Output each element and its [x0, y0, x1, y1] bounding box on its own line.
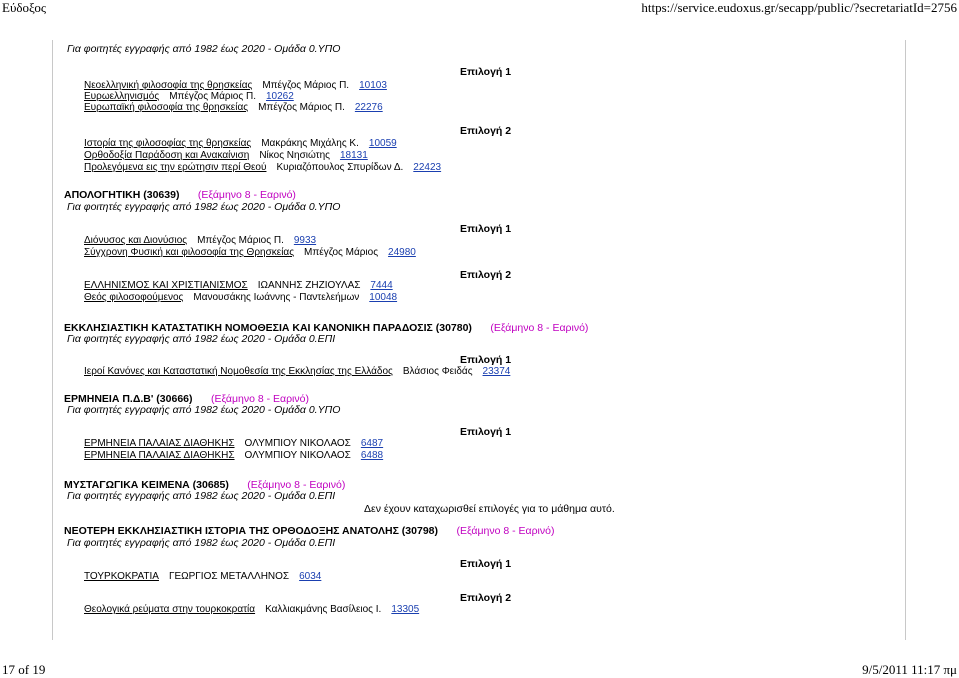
group-note: Για φοιτητές εγγραφής από 1982 έως 2020 … [67, 43, 341, 55]
book-title[interactable]: Θεολογικά ρεύματα στην τουρκοκρατία [84, 604, 255, 615]
book-code-link[interactable]: 24980 [388, 247, 416, 258]
book-author: Μπέγζος Μάριος Π. [258, 102, 345, 113]
book-title[interactable]: ΕΛΛΗΝΙΣΜΟΣ ΚΑΙ ΧΡΙΣΤΙΑΝΙΣΜΟΣ [84, 280, 248, 291]
book-code-link[interactable]: 10103 [359, 80, 387, 91]
group-note: Για φοιτητές εγγραφής από 1982 έως 2020 … [67, 404, 341, 416]
book-row: Ευρωελληνισμός Μπέγζος Μάριος Π. 10262 [84, 91, 294, 102]
book-code-link[interactable]: 10059 [369, 138, 397, 149]
group-note: Για φοιτητές εγγραφής από 1982 έως 2020 … [67, 537, 336, 549]
book-title[interactable]: ΕΡΜΗΝΕΙΑ ΠΑΛΑΙΑΣ ΔΙΑΘΗΚΗΣ [84, 438, 235, 449]
book-title[interactable]: Νεοελληνική φιλοσοφία της θρησκείας [84, 80, 252, 91]
choice-label: Επιλογή 2 [460, 592, 512, 604]
book-row: ΕΡΜΗΝΕΙΑ ΠΑΛΑΙΑΣ ΔΙΑΘΗΚΗΣ ΟΛΥΜΠΙΟΥ ΝΙΚΟΛΑ… [84, 450, 383, 461]
book-title[interactable]: Σύγχρονη Φυσική και φιλοσοφία της Θρησκε… [84, 247, 294, 258]
book-author: Μπέγζος Μάριος Π. [169, 91, 256, 102]
book-title[interactable]: Ευρωελληνισμός [84, 91, 159, 102]
book-title[interactable]: Θεός φιλοσοφούμενος [84, 292, 183, 303]
book-code-link[interactable]: 23374 [483, 366, 511, 377]
book-author: Μπέγζος Μάριος [304, 247, 379, 258]
book-row: Ιστορία της φιλοσοφίας της θρησκείας Μακρ… [84, 138, 397, 149]
book-title[interactable]: Ευρωπαϊκή φιλοσοφία της θρησκείας [84, 102, 248, 113]
book-author: Κυριαζόπουλος Σπυρίδων Δ. [276, 162, 404, 173]
choice-label: Επιλογή 1 [460, 558, 512, 570]
book-author: Μανουσάκης Ιωάννης - Παντελεήμων [193, 292, 360, 303]
book-author: ΟΛΥΜΠΙΟΥ ΝΙΚΟΛΑΟΣ [244, 450, 351, 461]
book-code-link[interactable]: 18131 [340, 150, 368, 161]
book-row: Προλεγόμενα εις την ερώτησιν περί Θεού Κυ… [84, 162, 441, 173]
choice-label: Επιλογή 1 [460, 66, 512, 78]
book-title[interactable]: ΤΟΥΡΚΟΚΡΑΤΙΑ [84, 571, 159, 582]
table-border-right [905, 40, 906, 640]
print-footer-page: 17 of 19 [2, 662, 46, 677]
course-name: ΑΠΟΛΟΓΗΤΙΚΗ (30639) [64, 189, 180, 201]
choice-label: Επιλογή 2 [460, 269, 512, 281]
choice-label: Επιλογή 2 [460, 125, 512, 137]
book-code-link[interactable]: 6488 [361, 450, 383, 461]
book-title[interactable]: Προλεγόμενα εις την ερώτησιν περί Θεού [84, 162, 266, 173]
print-footer-datetime: 9/5/2011 11:17 πμ [862, 662, 957, 677]
book-code-link[interactable]: 6487 [361, 438, 383, 449]
book-row: Νεοελληνική φιλοσοφία της θρησκείας Μπέγζ… [84, 80, 387, 91]
course-semester: (Εξάμηνο 8 - Εαρινό) [197, 189, 296, 201]
book-code-link[interactable]: 22423 [413, 162, 441, 173]
group-note: Για φοιτητές εγγραφής από 1982 έως 2020 … [67, 333, 336, 345]
book-row: ΕΡΜΗΝΕΙΑ ΠΑΛΑΙΑΣ ΔΙΑΘΗΚΗΣ ΟΛΥΜΠΙΟΥ ΝΙΚΟΛΑ… [84, 438, 383, 449]
book-row: Ιεροί Κανόνες και Καταστατική Νομοθεσία … [84, 366, 510, 377]
book-code-link[interactable]: 7444 [370, 280, 392, 291]
print-header-title: Εύδοξος [2, 0, 46, 15]
choice-label: Επιλογή 1 [460, 354, 512, 366]
book-author: ΓΕΩΡΓΙΟΣ ΜΕΤΑΛΛΗΝΟΣ [168, 571, 290, 582]
book-row: Σύγχρονη Φυσική και φιλοσοφία της Θρησκε… [84, 247, 416, 258]
course-semester: (Εξάμηνο 8 - Εαρινό) [490, 322, 589, 334]
no-choices-message: Δεν έχουν καταχωρισθεί επιλογές για το μ… [364, 503, 615, 515]
book-title[interactable]: Ορθοδοξία Παράδοση και Ανακαίνιση [84, 150, 249, 161]
book-row: Διόνυσος και Διονύσιος Μπέγζος Μάριος Π. 9… [84, 235, 316, 246]
choice-label: Επιλογή 1 [460, 223, 512, 235]
choice-label: Επιλογή 1 [460, 426, 512, 438]
book-author: ΙΩΑΝΝΗΣ ΖΗΖΙΟΥΛΑΣ [257, 280, 361, 291]
course-name: ΝΕΟΤΕΡΗ ΕΚΚΛΗΣΙΑΣΤΙΚΗ ΙΣΤΟΡΙΑ ΤΗΣ ΟΡΘΟΔΟ… [64, 525, 438, 537]
book-code-link[interactable]: 9933 [294, 235, 316, 246]
book-author: Νίκος Νησιώτης [259, 150, 330, 161]
book-code-link[interactable]: 13305 [391, 604, 419, 615]
book-author: Μπέγζος Μάριος Π. [262, 80, 350, 91]
book-code-link[interactable]: 22276 [355, 102, 383, 113]
book-row: ΤΟΥΡΚΟΚΡΑΤΙΑ ΓΕΩΡΓΙΟΣ ΜΕΤΑΛΛΗΝΟΣ 6034 [84, 571, 321, 582]
book-row: Ευρωπαϊκή φιλοσοφία της θρησκείας Μπέγζος… [84, 102, 383, 113]
book-title[interactable]: Ιστορία της φιλοσοφίας της θρησκείας [84, 138, 251, 149]
course-semester: (Εξάμηνο 8 - Εαρινό) [456, 525, 555, 537]
book-row: Θεολογικά ρεύματα στην τουρκοκρατία Καλλι… [84, 604, 419, 615]
book-code-link[interactable]: 10262 [266, 91, 294, 102]
book-title[interactable]: Ιεροί Κανόνες και Καταστατική Νομοθεσία … [84, 366, 393, 377]
book-author: Μπέγζος Μάριος Π. [197, 235, 284, 246]
book-author: Καλλιακμάνης Βασίλειος Ι. [265, 604, 382, 615]
group-note: Για φοιτητές εγγραφής από 1982 έως 2020 … [67, 490, 336, 502]
book-row: Ορθοδοξία Παράδοση και Ανακαίνιση Νίκος Ν… [84, 150, 368, 161]
book-title[interactable]: ΕΡΜΗΝΕΙΑ ΠΑΛΑΙΑΣ ΔΙΑΘΗΚΗΣ [84, 450, 235, 461]
print-header-url: https://service.eudoxus.gr/secapp/public… [641, 0, 957, 15]
book-row: Θεός φιλοσοφούμενος Μανουσάκης Ιωάννης - … [84, 292, 397, 303]
book-row: ΕΛΛΗΝΙΣΜΟΣ ΚΑΙ ΧΡΙΣΤΙΑΝΙΣΜΟΣ ΙΩΑΝΝΗΣ ΖΗΖΙ… [84, 280, 393, 291]
book-author: ΟΛΥΜΠΙΟΥ ΝΙΚΟΛΑΟΣ [244, 438, 351, 449]
book-author: Μακράκης Μιχάλης Κ. [261, 138, 359, 149]
book-title[interactable]: Διόνυσος και Διονύσιος [84, 235, 187, 246]
book-author: Βλάσιος Φειδάς [402, 366, 473, 377]
table-border-left [52, 40, 53, 640]
book-code-link[interactable]: 6034 [299, 571, 321, 582]
book-code-link[interactable]: 10048 [369, 292, 397, 303]
group-note: Για φοιτητές εγγραφής από 1982 έως 2020 … [67, 201, 341, 213]
